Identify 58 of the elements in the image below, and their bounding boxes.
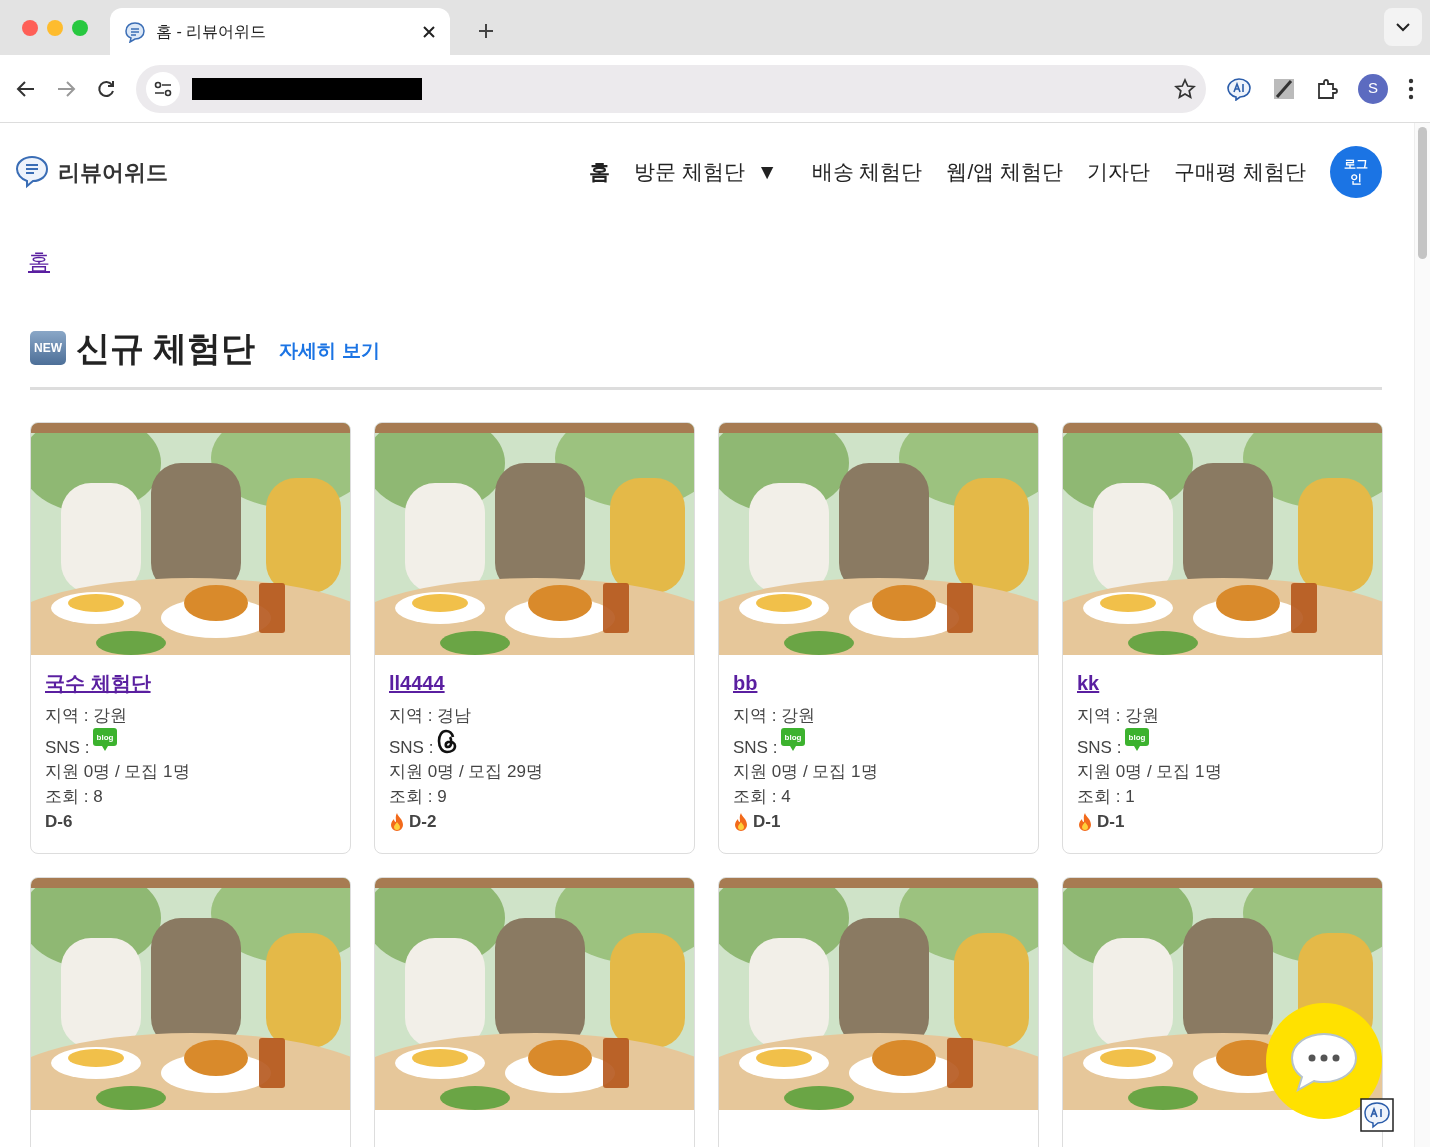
sns-label: SNS :	[45, 736, 90, 759]
speech-bubble-icon	[124, 20, 146, 43]
d-day-text: D-2	[409, 810, 437, 833]
nav-link[interactable]: 배송 체험단	[799, 156, 935, 188]
logo-text: 리뷰어위드	[58, 158, 168, 187]
region-text: 지역 : 경남	[389, 704, 473, 727]
nav-dropdown[interactable]: 방문 체험단 ▼	[622, 156, 790, 188]
d-day-text: D-1	[1097, 810, 1125, 833]
nav-link[interactable]: 웹/앱 체험단	[934, 156, 1076, 188]
logo-icon	[14, 154, 50, 190]
browser-tab[interactable]: 홈 - 리뷰어위드	[110, 8, 450, 55]
more-link[interactable]: 자세히 보기	[279, 337, 380, 366]
puzzle-icon[interactable]	[1316, 77, 1338, 100]
more-options-icon[interactable]	[1408, 77, 1414, 100]
campaign-card[interactable]: kk 지역 : 강원 SNS : blog 지원 0명 / 모집 1명 조회 : 1 D-1	[1062, 421, 1383, 854]
region-text: 지역 : 강원	[733, 704, 817, 727]
views-text: 조회 : 8	[45, 786, 104, 809]
ai-assistant-icon[interactable]	[1360, 1098, 1394, 1132]
campaign-card[interactable]: 국수 체험단 지역 : 강원 SNS : blog 지원 0명 / 모집 1명 조회 : 8 D-6	[30, 421, 351, 854]
views-text: 조회 : 4	[733, 786, 792, 809]
nav-link[interactable]: 기자단	[1075, 156, 1163, 188]
campaign-card[interactable]: ll4444 지역 : 경남 SNS : 지원 0명 / 모집 29명 조회 : 9 D-2	[374, 421, 695, 854]
recruit-text: 지원 0명 / 모집 29명	[389, 761, 544, 784]
section-title: 신규 체험단	[76, 328, 256, 369]
new-tab-icon[interactable]	[478, 23, 494, 39]
sns-label: SNS :	[1077, 736, 1122, 759]
sns-label: SNS :	[389, 736, 434, 759]
new-badge: NEW	[30, 331, 66, 366]
star-icon[interactable]	[1174, 77, 1196, 100]
chevron-down-icon[interactable]	[1384, 8, 1422, 46]
reload-icon[interactable]	[96, 78, 116, 99]
breadcrumb-link[interactable]: 홈	[28, 245, 50, 278]
ai-brain-icon[interactable]	[1226, 76, 1252, 101]
profile-avatar[interactable]: S	[1358, 73, 1388, 104]
card-title-link[interactable]: 국수 체험단	[45, 668, 151, 698]
close-icon[interactable]	[422, 24, 436, 39]
region-text: 지역 : 강원	[45, 704, 129, 727]
recruit-text: 지원 0명 / 모집 1명	[1077, 761, 1223, 784]
sns-label: SNS :	[733, 736, 778, 759]
card-title-link[interactable]: bb	[733, 668, 758, 698]
back-icon[interactable]	[16, 78, 36, 99]
nav-link[interactable]: 홈	[577, 156, 623, 188]
recruit-text: 지원 0명 / 모집 1명	[45, 761, 191, 784]
login-button[interactable]: 로그인	[1330, 146, 1382, 198]
nav-link[interactable]: 구매평 체험단	[1162, 156, 1318, 188]
campaign-card[interactable]: bb 지역 : 강원 SNS : blog 지원 0명 / 모집 1명 조회 : 4 D-1	[718, 421, 1039, 854]
forward-icon[interactable]	[56, 78, 76, 99]
card-title-link[interactable]: kk	[1077, 668, 1100, 698]
recruit-text: 지원 0명 / 모집 1명	[733, 761, 879, 784]
views-text: 조회 : 1	[1077, 786, 1136, 809]
chat-bubble-icon	[1288, 1030, 1360, 1092]
pen-icon[interactable]	[1272, 76, 1296, 101]
region-text: 지역 : 강원	[1077, 704, 1161, 727]
tab-title: 홈 - 리뷰어위드	[156, 21, 268, 42]
d-day-text: D-1	[753, 810, 781, 833]
card-title-link[interactable]: ll4444	[389, 668, 445, 698]
d-day-text: D-6	[45, 810, 73, 833]
views-text: 조회 : 9	[389, 786, 448, 809]
